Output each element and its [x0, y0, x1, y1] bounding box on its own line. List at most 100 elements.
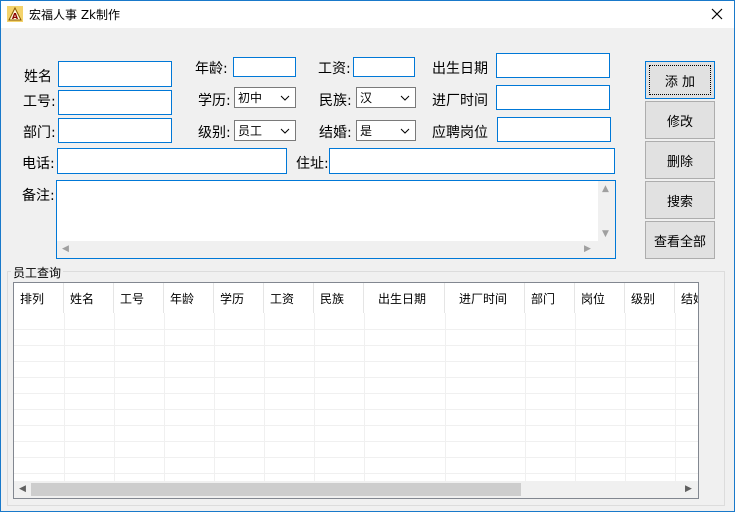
phone-label: 电话: — [22, 156, 55, 172]
column-header[interactable]: 排列 — [14, 283, 64, 313]
column-divider — [675, 313, 676, 483]
search-button-label: 搜索 — [666, 194, 693, 210]
note-horizontal-scrollbar[interactable]: ◀ ▶ — [57, 241, 615, 258]
married-label: 结婚: — [319, 125, 352, 141]
ethnicity-select[interactable]: 汉 — [356, 87, 416, 108]
row-divider — [14, 473, 698, 474]
married-value: 是 — [360, 124, 373, 138]
column-divider — [525, 313, 526, 483]
column-header[interactable]: 部门 — [525, 283, 575, 313]
department-input[interactable] — [58, 118, 172, 143]
chevron-down-icon — [280, 95, 290, 101]
level-value: 员工 — [238, 124, 263, 138]
column-header[interactable]: 学历 — [214, 283, 264, 313]
column-divider — [264, 313, 265, 483]
row-divider — [14, 409, 698, 410]
join-date-input[interactable] — [496, 85, 610, 110]
add-button[interactable]: 添 加 — [645, 61, 715, 99]
ethnicity-label: 民族: — [319, 93, 352, 109]
column-header[interactable]: 工资 — [264, 283, 314, 313]
svg-text:A: A — [12, 12, 19, 21]
address-label: 住址: — [296, 156, 329, 172]
app-logo-icon: A — [7, 6, 23, 22]
scroll-right-icon[interactable]: ▶ — [584, 245, 591, 254]
column-divider — [164, 313, 165, 483]
employee-id-input[interactable] — [58, 90, 172, 115]
education-value: 初中 — [238, 91, 263, 105]
column-header[interactable]: 岗位 — [575, 283, 625, 313]
row-divider — [14, 361, 698, 362]
window-title: 宏福人事 Zk制作 — [29, 8, 120, 22]
column-divider — [114, 313, 115, 483]
focus-rect — [649, 65, 711, 95]
row-divider — [14, 457, 698, 458]
column-divider — [314, 313, 315, 483]
education-label: 学历: — [198, 93, 231, 109]
chevron-down-icon — [400, 95, 410, 101]
phone-input[interactable] — [57, 148, 287, 174]
table-horizontal-scrollbar[interactable]: ◀ ▶ — [14, 481, 698, 498]
search-button[interactable]: 搜索 — [645, 181, 715, 219]
row-divider — [14, 329, 698, 330]
column-header[interactable]: 民族 — [314, 283, 364, 313]
column-header[interactable]: 年龄 — [164, 283, 214, 313]
title-bar: A 宏福人事 Zk制作 — [1, 1, 734, 28]
birth-date-input[interactable] — [496, 53, 610, 78]
delete-button-label: 删除 — [666, 154, 693, 170]
column-divider — [64, 313, 65, 483]
scroll-down-icon[interactable]: ▼ — [602, 230, 609, 239]
birth-date-label: 出生日期 — [432, 61, 488, 77]
married-select[interactable]: 是 — [356, 120, 416, 141]
name-label: 姓名 — [24, 69, 52, 85]
join-date-label: 进厂时间 — [432, 93, 488, 109]
close-button[interactable] — [700, 1, 734, 27]
note-vertical-scrollbar[interactable]: ▲ ▼ — [598, 181, 615, 242]
column-header[interactable]: 结婚 — [675, 283, 698, 313]
column-header[interactable]: 姓名 — [64, 283, 114, 313]
row-divider — [14, 377, 698, 378]
salary-label: 工资: — [318, 61, 351, 77]
chevron-down-icon — [280, 128, 290, 134]
column-divider — [364, 313, 365, 483]
column-divider — [625, 313, 626, 483]
row-divider — [14, 393, 698, 394]
column-divider — [445, 313, 446, 483]
ethnicity-value: 汉 — [360, 91, 373, 105]
scroll-left-icon[interactable]: ◀ — [62, 245, 69, 254]
column-header[interactable]: 工号 — [114, 283, 164, 313]
level-select[interactable]: 员工 — [234, 120, 296, 141]
delete-button[interactable]: 删除 — [645, 141, 715, 179]
age-input[interactable] — [233, 57, 296, 77]
level-label: 级别: — [198, 125, 231, 141]
age-label: 年龄: — [195, 61, 228, 77]
education-select[interactable]: 初中 — [234, 87, 296, 108]
table-header: 排列 姓名 工号 年龄 学历 工资 民族 出生日期 进厂时间 部门 岗位 级别 … — [14, 283, 698, 313]
address-input[interactable] — [329, 148, 615, 174]
scroll-right-icon[interactable]: ▶ — [685, 485, 692, 494]
scroll-left-icon[interactable]: ◀ — [19, 485, 26, 494]
employee-table[interactable]: 排列 姓名 工号 年龄 学历 工资 民族 出生日期 进厂时间 部门 岗位 级别 … — [13, 282, 699, 499]
department-label: 部门: — [23, 125, 56, 141]
edit-button[interactable]: 修改 — [645, 101, 715, 139]
position-label: 应聘岗位 — [432, 125, 488, 141]
main-window: A 宏福人事 Zk制作 姓名 年龄: 工资: 出生日期 工号: 学历: 初中 民… — [0, 0, 735, 512]
column-divider — [214, 313, 215, 483]
column-header[interactable]: 出生日期 — [364, 283, 445, 313]
position-input[interactable] — [497, 117, 611, 142]
row-divider — [14, 345, 698, 346]
note-textarea[interactable]: ▲ ▼ ◀ ▶ — [56, 180, 616, 259]
column-header[interactable]: 级别 — [625, 283, 675, 313]
scroll-up-icon[interactable]: ▲ — [602, 185, 609, 194]
close-icon — [711, 8, 723, 20]
name-input[interactable] — [58, 61, 172, 87]
column-divider — [575, 313, 576, 483]
group-title: 员工查询 — [11, 264, 64, 281]
row-divider — [14, 425, 698, 426]
view-all-button[interactable]: 查看全部 — [645, 221, 715, 259]
scrollbar-thumb[interactable] — [31, 483, 521, 496]
view-all-button-label: 查看全部 — [653, 234, 706, 250]
row-divider — [14, 441, 698, 442]
edit-button-label: 修改 — [666, 114, 693, 130]
column-header[interactable]: 进厂时间 — [445, 283, 525, 313]
salary-input[interactable] — [353, 57, 415, 77]
